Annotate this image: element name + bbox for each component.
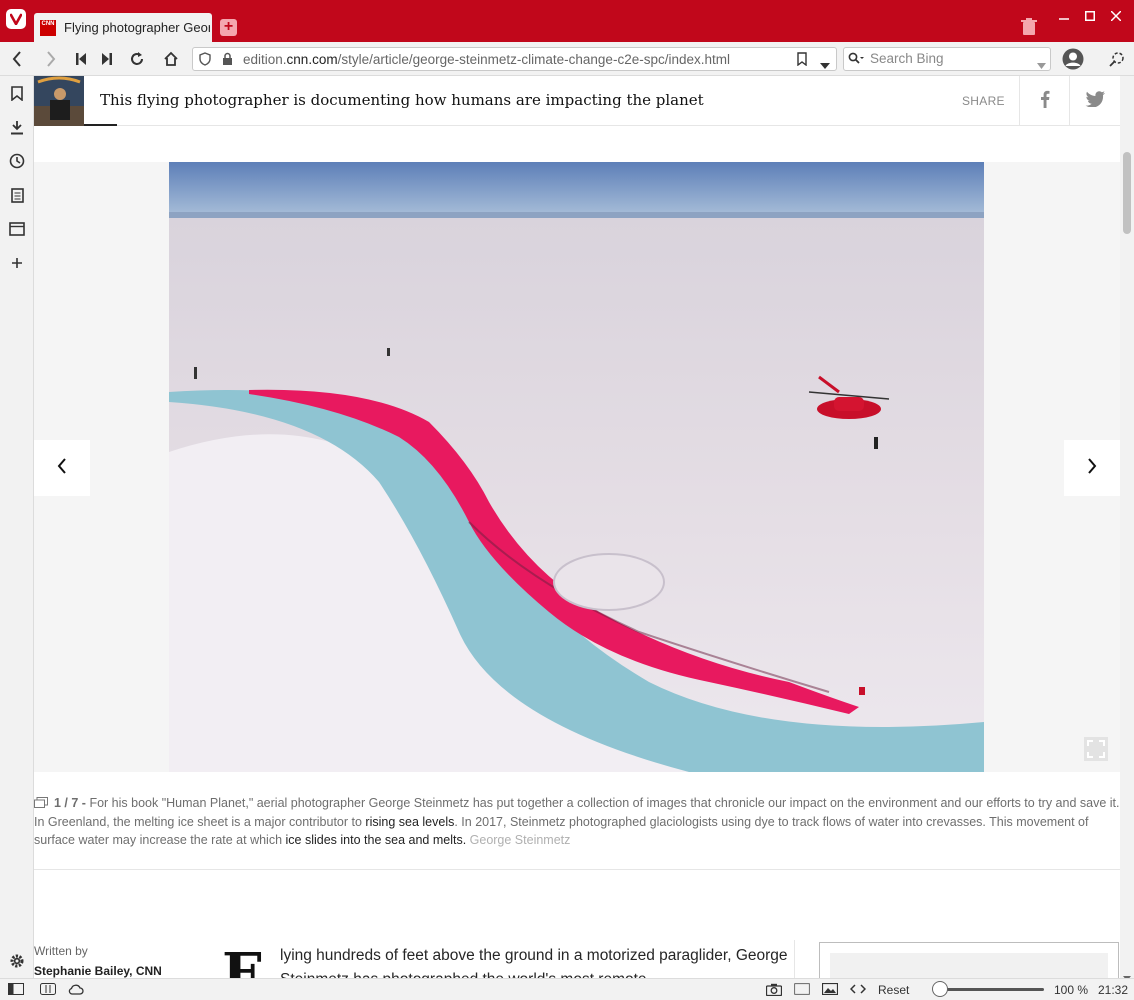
fullscreen-icon[interactable]	[1084, 737, 1108, 761]
forward-button[interactable]	[40, 48, 62, 70]
tab-title: Flying photographer George Steinmetz	[64, 20, 210, 35]
search-input[interactable]	[870, 51, 1030, 66]
bookmark-icon[interactable]	[797, 52, 807, 71]
home-icon[interactable]	[160, 48, 182, 70]
ice-slides-link[interactable]: ice slides into the sea and melts.	[286, 833, 467, 847]
minimize-button[interactable]	[1054, 6, 1074, 26]
downloads-panel-icon[interactable]	[8, 118, 26, 136]
twitter-icon	[1085, 90, 1105, 112]
add-panel-icon[interactable]	[8, 254, 26, 272]
zoom-slider[interactable]	[934, 988, 1044, 991]
search-icon	[848, 52, 864, 71]
search-dropdown-icon[interactable]	[1037, 56, 1046, 74]
gallery-prev-button[interactable]	[34, 440, 90, 496]
author-name[interactable]: Stephanie Bailey, CNN	[34, 964, 162, 978]
facebook-icon	[1040, 90, 1050, 113]
chevron-right-icon	[1087, 457, 1097, 479]
history-panel-icon[interactable]	[8, 152, 26, 170]
article-paragraph: lying hundreds of feet above the ground …	[280, 947, 788, 978]
written-by-label: Written by	[34, 944, 88, 958]
gallery-count-icon	[34, 795, 48, 813]
sidebar-ad-placeholder	[830, 953, 1108, 978]
gallery-next-button[interactable]	[1064, 440, 1120, 496]
web-content: This flying photographer is documenting …	[34, 76, 1120, 978]
share-label: SHARE	[962, 94, 1005, 108]
article-body: Written by Stephanie Bailey, CNN F lying…	[34, 870, 1120, 978]
profile-icon[interactable]	[1062, 48, 1084, 70]
status-bar: Reset 100 % 21:32	[0, 978, 1134, 1000]
tab-bar: CNN Flying photographer George Steinmetz…	[0, 0, 1134, 42]
trash-icon[interactable]	[1021, 18, 1037, 36]
sidebar-ad-box	[819, 942, 1119, 978]
back-button[interactable]	[6, 48, 28, 70]
column-divider	[794, 940, 795, 978]
images-toggle-icon[interactable]	[822, 982, 838, 996]
twitter-share-button[interactable]	[1069, 76, 1119, 126]
gallery-caption-area: 1 / 7 - For his book "Human Planet," aer…	[34, 772, 1120, 870]
lock-icon[interactable]	[222, 52, 233, 71]
extensions-icon[interactable]	[1106, 48, 1128, 70]
scrollbar-thumb[interactable]	[1123, 152, 1131, 234]
photo-credit: George Steinmetz	[466, 833, 571, 847]
maximize-button[interactable]	[1080, 6, 1100, 26]
cnn-favicon-icon: CNN	[40, 19, 56, 36]
window-panel-icon[interactable]	[8, 220, 26, 238]
settings-gear-icon[interactable]	[8, 952, 26, 970]
rising-sea-levels-link[interactable]: rising sea levels	[365, 815, 454, 829]
gallery-photo[interactable]	[169, 162, 984, 772]
chevron-left-icon	[57, 457, 67, 479]
notes-panel-icon[interactable]	[8, 186, 26, 204]
clock: 21:32	[1098, 983, 1129, 997]
facebook-share-button[interactable]	[1019, 76, 1069, 126]
zoom-level: 100 %	[1054, 983, 1089, 997]
sync-cloud-icon[interactable]	[68, 982, 84, 996]
fast-forward-button[interactable]	[96, 48, 118, 70]
chevron-down-icon[interactable]	[820, 56, 830, 74]
drop-cap: F	[222, 941, 262, 978]
tab-active[interactable]: CNN Flying photographer George Steinmetz	[34, 13, 212, 42]
search-field[interactable]	[843, 47, 1051, 71]
url-text: edition.cnn.com/style/article/george-ste…	[243, 52, 730, 67]
rewind-button[interactable]	[70, 48, 92, 70]
address-bar: edition.cnn.com/style/article/george-ste…	[0, 42, 1134, 76]
page-scrollbar[interactable]	[1120, 76, 1134, 981]
page-actions-icon[interactable]	[850, 982, 866, 996]
gallery-top-spacer	[34, 126, 1120, 162]
article-headline: This flying photographer is documenting …	[100, 91, 704, 109]
url-field[interactable]: edition.cnn.com/style/article/george-ste…	[192, 47, 837, 71]
article-sticky-header: This flying photographer is documenting …	[34, 76, 1120, 126]
reload-icon[interactable]	[126, 48, 148, 70]
photo-gallery	[34, 162, 1120, 772]
bookmarks-panel-icon[interactable]	[8, 84, 26, 102]
zoom-reset-button[interactable]: Reset	[878, 983, 909, 997]
gallery-caption: 1 / 7 - For his book "Human Planet," aer…	[34, 794, 1120, 849]
new-tab-button[interactable]: +	[220, 19, 237, 36]
panel-toggle-icon[interactable]	[8, 982, 24, 996]
tab-tiling-icon[interactable]	[40, 982, 56, 996]
vivaldi-menu-icon[interactable]	[6, 9, 26, 29]
close-window-button[interactable]	[1106, 6, 1126, 26]
article-thumbnail[interactable]	[34, 76, 84, 126]
window-frame-icon[interactable]	[794, 982, 810, 996]
side-panel	[0, 76, 34, 978]
camera-icon[interactable]	[766, 982, 782, 996]
shield-icon[interactable]	[199, 52, 211, 71]
zoom-slider-handle[interactable]	[932, 981, 948, 997]
gallery-counter: 1 / 7 -	[54, 796, 86, 810]
